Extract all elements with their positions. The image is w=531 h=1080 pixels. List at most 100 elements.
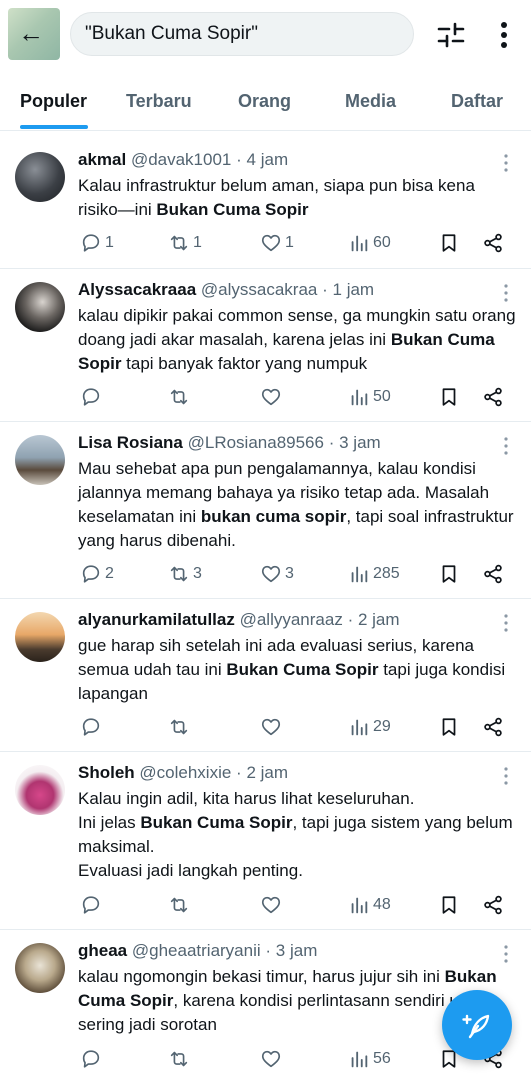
tweet[interactable]: Alyssacakraaa @alyssacakraa · 1 jam kala… [0, 269, 531, 422]
repost-button[interactable] [168, 890, 193, 920]
repost-button[interactable] [168, 382, 193, 412]
separator-dot: · [328, 433, 335, 452]
search-tabs: Populer Terbaru Orang Media Daftar [0, 72, 531, 131]
tweet-header: Alyssacakraaa @alyssacakraa · 1 jam [78, 279, 374, 301]
avatar[interactable] [15, 435, 65, 485]
tweet-paragraph: kalau dipikir pakai common sense, ga mun… [78, 304, 518, 376]
like-button[interactable]: 1 [260, 228, 294, 258]
tweet-paragraph: Ini jelas Bukan Cuma Sopir, tapi juga si… [78, 811, 518, 859]
repost-button[interactable] [168, 1044, 193, 1074]
reply-button[interactable]: 2 [80, 559, 114, 589]
highlighted-keyword[interactable]: Bukan Cuma Sopir [156, 200, 308, 219]
compose-button[interactable] [442, 990, 512, 1060]
tab-daftar[interactable]: Daftar [451, 72, 503, 130]
share-button[interactable] [482, 712, 504, 742]
tweet-text: gue harap sih setelah ini ada evaluasi s… [78, 634, 518, 706]
tweet-more-icon[interactable] [500, 613, 512, 633]
separator-dot: · [265, 941, 272, 960]
views-button[interactable]: 48 [348, 890, 391, 920]
share-button[interactable] [482, 890, 504, 920]
tweet[interactable]: Sholeh @colehxixie · 2 jam Kalau ingin a… [0, 752, 531, 930]
tab-orang[interactable]: Orang [238, 72, 291, 130]
like-icon [261, 896, 281, 914]
search-input[interactable]: "Bukan Cuma Sopir" [70, 12, 414, 56]
bookmark-icon [442, 896, 456, 914]
separator-dot: · [236, 150, 242, 169]
bookmark-button[interactable] [438, 228, 460, 258]
share-button[interactable] [482, 382, 504, 412]
reply-button[interactable] [80, 890, 105, 920]
views-icon [351, 1051, 368, 1068]
repost-button[interactable]: 3 [168, 559, 202, 589]
tweet-header: gheaa @gheaatriaryanii · 3 jam [78, 940, 317, 962]
tweet-more-icon[interactable] [500, 766, 512, 786]
bookmark-button[interactable] [438, 712, 460, 742]
reply-button[interactable] [80, 1044, 105, 1074]
highlighted-keyword[interactable]: Bukan Cuma Sopir [226, 660, 378, 679]
tweet-more-icon[interactable] [500, 153, 512, 173]
reply-count: 2 [105, 565, 114, 582]
timestamp: 4 jam [246, 150, 289, 169]
author-name: Sholeh [78, 763, 135, 782]
tab-populer[interactable]: Populer [20, 72, 87, 130]
timestamp: 2 jam [357, 610, 400, 629]
views-count: 285 [373, 565, 400, 582]
author-name: Lisa Rosiana [78, 433, 183, 452]
like-button[interactable] [260, 890, 285, 920]
avatar[interactable] [15, 765, 65, 815]
bookmark-button[interactable] [438, 382, 460, 412]
tweet-more-icon[interactable] [500, 944, 512, 964]
views-button[interactable]: 56 [348, 1044, 391, 1074]
reply-count: 1 [105, 234, 114, 251]
repost-button[interactable] [168, 712, 193, 742]
share-button[interactable] [482, 228, 504, 258]
back-button[interactable]: ← [8, 8, 60, 60]
bookmark-button[interactable] [438, 890, 460, 920]
tweet[interactable]: akmal @davak1001 · 4 jam Kalau infrastru… [0, 139, 531, 269]
avatar[interactable] [15, 282, 65, 332]
tweet[interactable]: alyanurkamilatullaz @allyyanraaz · 2 jam… [0, 599, 531, 752]
separator-dot: · [322, 280, 328, 299]
views-button[interactable]: 50 [348, 382, 391, 412]
bookmark-button[interactable] [438, 559, 460, 589]
share-button[interactable] [482, 559, 504, 589]
tweet-more-icon[interactable] [500, 283, 512, 303]
views-count: 50 [373, 388, 391, 405]
tab-media[interactable]: Media [345, 72, 396, 130]
like-count: 1 [285, 234, 294, 251]
timestamp: 2 jam [246, 763, 289, 782]
tab-terbaru[interactable]: Terbaru [126, 72, 192, 130]
text-segment: Kalau ingin adil, kita harus lihat kesel… [78, 789, 415, 808]
share-icon [484, 233, 502, 253]
reply-button[interactable]: 1 [80, 228, 114, 258]
avatar[interactable] [15, 943, 65, 993]
more-options-icon[interactable] [494, 18, 514, 52]
repost-button[interactable]: 1 [168, 228, 202, 258]
avatar[interactable] [15, 152, 65, 202]
author-name: alyanurkamilatullaz [78, 610, 235, 629]
tweet[interactable]: Lisa Rosiana @LRosiana89566 · 3 jam Mau … [0, 422, 531, 599]
share-icon [484, 564, 502, 584]
tweet-text: Kalau infrastruktur belum aman, siapa pu… [78, 174, 518, 222]
views-button[interactable]: 29 [348, 712, 391, 742]
like-button[interactable] [260, 382, 285, 412]
like-button[interactable] [260, 712, 285, 742]
tweet-header: Lisa Rosiana @LRosiana89566 · 3 jam [78, 432, 381, 454]
reply-button[interactable] [80, 712, 105, 742]
highlighted-keyword[interactable]: bukan cuma sopir [201, 507, 346, 526]
highlighted-keyword[interactable]: Bukan Cuma Sopir [140, 813, 292, 832]
like-button[interactable]: 3 [260, 559, 294, 589]
views-count: 48 [373, 896, 391, 913]
tweet-more-icon[interactable] [500, 436, 512, 456]
reply-button[interactable] [80, 382, 105, 412]
bookmark-icon [442, 718, 456, 736]
views-icon [351, 235, 368, 252]
views-icon [351, 389, 368, 406]
views-button[interactable]: 60 [348, 228, 391, 258]
views-button[interactable]: 285 [348, 559, 400, 589]
filter-sliders-icon[interactable] [436, 20, 466, 50]
like-button[interactable] [260, 1044, 285, 1074]
avatar[interactable] [15, 612, 65, 662]
author-handle: @colehxixie [139, 763, 232, 782]
tweet-actions: 50 [0, 382, 531, 412]
